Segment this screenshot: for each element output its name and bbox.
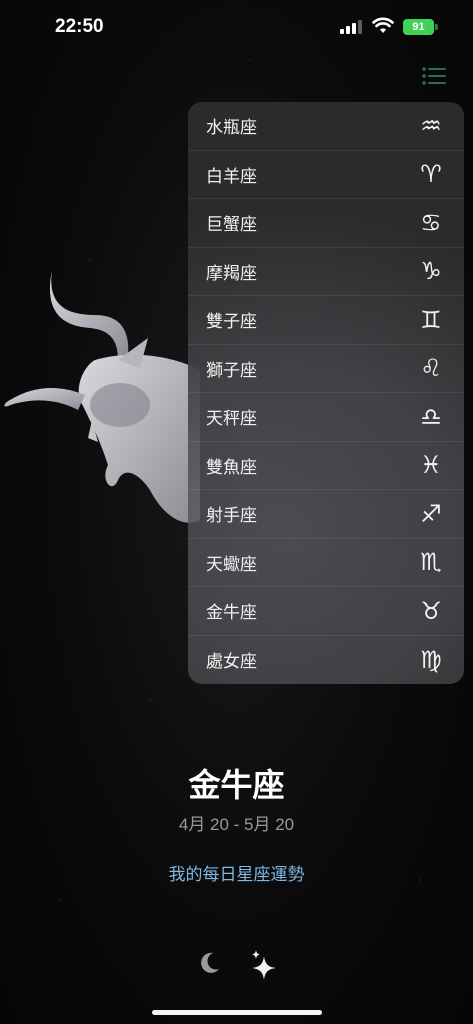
menu-item-label: 雙魚座 xyxy=(206,457,257,478)
home-indicator xyxy=(152,1010,322,1015)
menu-item-pisces[interactable]: 雙魚座 ♓ xyxy=(188,442,464,490)
moon-icon[interactable] xyxy=(196,950,222,976)
battery-level: 91 xyxy=(412,21,425,33)
menu-item-leo[interactable]: 獅子座 ♌ xyxy=(188,345,464,393)
menu-item-label: 巨蟹座 xyxy=(206,215,257,236)
menu-item-aquarius[interactable]: 水瓶座 ♒ xyxy=(188,102,464,151)
menu-item-aries[interactable]: 白羊座 ♈ xyxy=(188,151,464,199)
taurus-icon: ♉ xyxy=(420,596,442,625)
list-icon[interactable] xyxy=(420,64,448,88)
menu-item-taurus[interactable]: 金牛座 ♉ xyxy=(188,587,464,636)
aquarius-icon: ♒ xyxy=(420,111,442,140)
menu-item-gemini[interactable]: 雙子座 ♊ xyxy=(188,296,464,345)
sign-date-range: 4月 20 - 5月 20 xyxy=(178,815,295,834)
cellular-signal-icon xyxy=(340,20,362,34)
scorpio-icon: ♏ xyxy=(420,548,442,577)
menu-item-cancer[interactable]: 巨蟹座 ♋ xyxy=(188,199,464,248)
menu-item-label: 摩羯座 xyxy=(206,263,257,284)
menu-item-label: 處女座 xyxy=(206,652,257,673)
battery-tip xyxy=(435,24,438,30)
taurus-bull-figure xyxy=(4,270,200,523)
menu-item-label: 射手座 xyxy=(206,506,257,527)
zodiac-dropdown-menu: 水瓶座 ♒ 白羊座 ♈ 巨蟹座 ♋ 摩羯座 ♑ 雙子座 ♊ 獅子座 ♌ 天秤座 … xyxy=(188,102,464,684)
status-time: 22:50 xyxy=(55,16,104,37)
menu-item-label: 白羊座 xyxy=(206,166,257,187)
leo-icon: ♌ xyxy=(420,354,442,383)
gemini-icon: ♊ xyxy=(420,305,442,334)
menu-item-label: 金牛座 xyxy=(206,603,257,624)
wifi-icon xyxy=(372,17,394,33)
cancer-icon: ♋ xyxy=(420,208,442,237)
menu-item-label: 天秤座 xyxy=(206,409,257,430)
menu-item-label: 水瓶座 xyxy=(206,118,257,139)
libra-icon: ♎ xyxy=(420,402,442,431)
sagittarius-icon: ♐ xyxy=(420,499,442,528)
menu-item-label: 獅子座 xyxy=(206,360,257,381)
menu-item-virgo[interactable]: 處女座 ♍ xyxy=(188,636,464,685)
sparkles-icon[interactable] xyxy=(250,948,278,980)
virgo-icon: ♍ xyxy=(420,645,442,674)
capricorn-icon: ♑ xyxy=(420,257,442,286)
menu-item-capricorn[interactable]: 摩羯座 ♑ xyxy=(188,248,464,296)
pisces-icon: ♓ xyxy=(420,451,442,480)
battery-indicator: 91 xyxy=(403,19,434,35)
menu-item-label: 雙子座 xyxy=(206,312,257,333)
menu-item-label: 天蠍座 xyxy=(206,554,257,575)
menu-item-sagittarius[interactable]: 射手座 ♐ xyxy=(188,490,464,539)
menu-item-scorpio[interactable]: 天蠍座 ♏ xyxy=(188,539,464,587)
status-bar: 22:50 91 xyxy=(0,0,473,56)
aries-icon: ♈ xyxy=(420,160,442,189)
sign-title: 金牛座 xyxy=(188,766,285,804)
menu-item-libra[interactable]: 天秤座 ♎ xyxy=(188,393,464,442)
daily-horoscope-link[interactable]: 我的每日星座運勢 xyxy=(0,860,473,885)
